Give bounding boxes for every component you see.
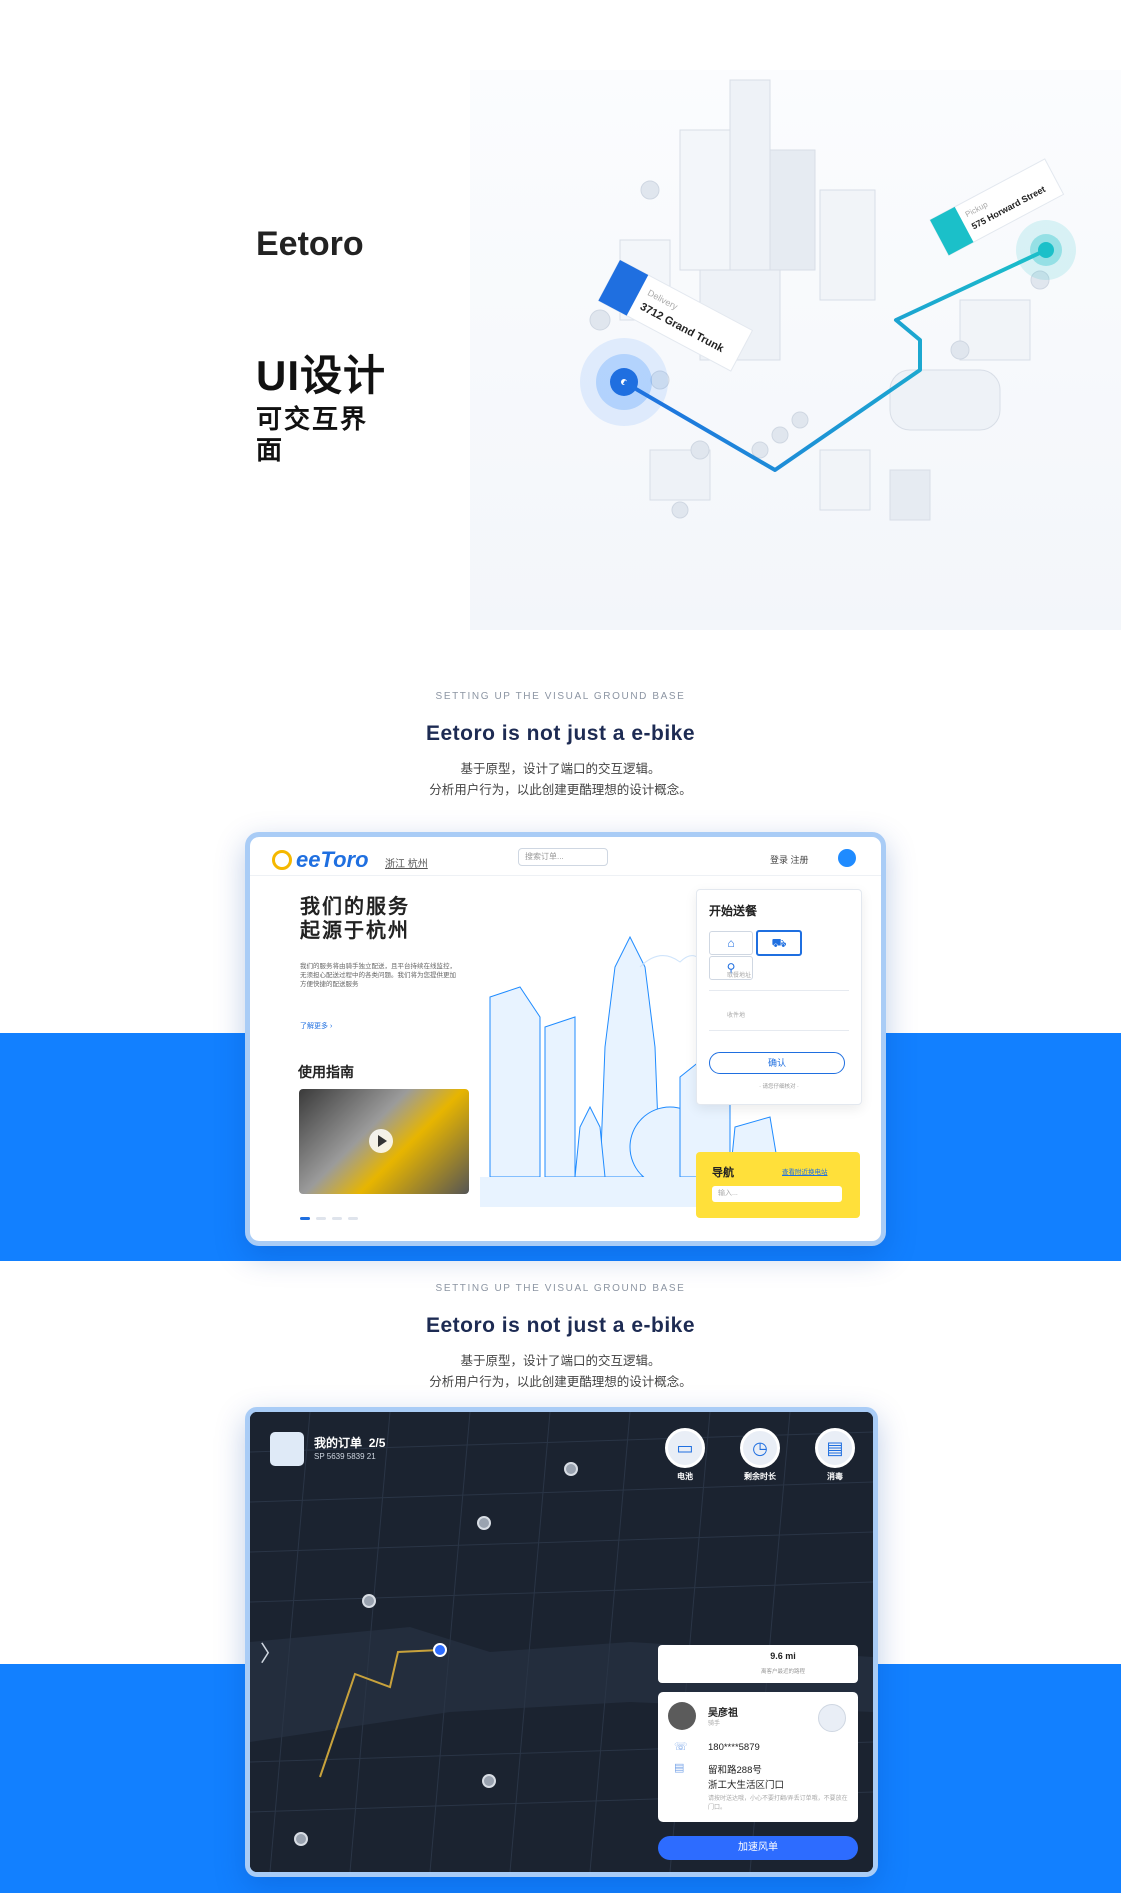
navigation-title: 导航 bbox=[712, 1167, 734, 1179]
section-kicker: SETTING UP THE VISUAL GROUND BASE bbox=[435, 1283, 686, 1294]
order-title-text: 我的订单 bbox=[314, 1436, 363, 1450]
web-hero-line1: 我们的服务 bbox=[300, 896, 410, 918]
pickup-address-label: 取餐地址 bbox=[727, 973, 752, 979]
web-logo[interactable]: eeToro bbox=[272, 847, 369, 873]
app-mockup: 我的订单 2/5 SP 5639 5839 21 ▭ 电池 ◷ 剩余时长 ▤ 消… bbox=[245, 1407, 878, 1877]
walk-mode-icon[interactable]: ⌂ bbox=[709, 931, 753, 955]
map-pin-icon[interactable] bbox=[362, 1594, 376, 1608]
navigation-input[interactable]: 输入... bbox=[712, 1186, 842, 1202]
section-desc-line2: 分析用户行为，以此创建更酷理想的设计概念。 bbox=[429, 783, 692, 797]
web-hero-paragraph: 我们的服务将由骑手独立配送，且平台持续在线监控，无须担心配送过程中的各类问题。我… bbox=[300, 963, 456, 988]
web-mockup: eeToro 浙江 杭州 搜索订单... 登录 注册 我们的服务 起源于杭州 我… bbox=[245, 832, 886, 1246]
chevron-right-icon[interactable]: 〉 bbox=[260, 1636, 282, 1668]
delivery-note: 请按时送达哦，小心不要打翻/弄丢订单哦，不要放在门口。 bbox=[708, 1796, 848, 1811]
dropoff-address-field[interactable] bbox=[709, 1030, 849, 1031]
guide-title: 使用指南 bbox=[298, 1064, 354, 1080]
hero-title: UI设计 bbox=[256, 352, 387, 399]
speed-up-button[interactable]: 加速风单 bbox=[658, 1836, 858, 1860]
hero-subtitle: 可交互界面 bbox=[256, 404, 369, 465]
order-number: SP 5639 5839 21 bbox=[314, 1452, 376, 1461]
rider-card: 吴彦祖 骑手 ☏ 180****5879 ▤ 留和路288号 浙工大生活区门口 … bbox=[658, 1692, 858, 1822]
delivery-address-line1: 留和路288号 bbox=[708, 1765, 762, 1776]
header-divider bbox=[250, 875, 881, 876]
carousel-dots[interactable] bbox=[300, 1207, 364, 1225]
learn-more-link[interactable]: 了解更多 › bbox=[300, 1021, 332, 1031]
disinfect-button[interactable]: ▤ bbox=[815, 1428, 855, 1468]
phone-icon: ☏ bbox=[674, 1741, 688, 1753]
nearby-station-link[interactable]: 查看附近换电站 bbox=[782, 1166, 828, 1176]
avatar bbox=[668, 1702, 696, 1730]
chat-icon[interactable] bbox=[818, 1704, 846, 1732]
delivery-mode-selector: ⌂ ⛟⚲ bbox=[709, 930, 849, 980]
web-hero-line2: 起源于杭州 bbox=[300, 920, 410, 942]
rider-role: 骑手 bbox=[708, 1721, 721, 1727]
battery-button[interactable]: ▭ bbox=[665, 1428, 705, 1468]
pickup-address-field[interactable] bbox=[709, 990, 849, 991]
time-remaining-label: 剩余时长 bbox=[744, 1472, 776, 1481]
logo-ring-icon bbox=[272, 850, 292, 870]
logo-text: eeToro bbox=[296, 847, 369, 872]
guide-video[interactable] bbox=[299, 1089, 469, 1194]
map-pin-icon[interactable] bbox=[482, 1774, 496, 1788]
order-scooter-icon bbox=[270, 1432, 304, 1466]
avatar[interactable] bbox=[838, 849, 856, 867]
map-pin-icon[interactable] bbox=[477, 1516, 491, 1530]
rider-phone[interactable]: 180****5879 bbox=[708, 1742, 760, 1753]
disinfect-icon: ▤ bbox=[826, 1438, 844, 1458]
brand-name: Eetoro bbox=[256, 225, 364, 263]
location-link[interactable]: 浙江 杭州 bbox=[385, 855, 428, 870]
search-input[interactable]: 搜索订单... bbox=[518, 848, 608, 866]
confirm-button[interactable]: 确认 bbox=[709, 1052, 845, 1074]
section-desc-line1: 基于原型，设计了端口的交互逻辑。 bbox=[460, 762, 661, 776]
isometric-city-illustration: Delivery 3712 Grand Trunk Pickup 575 Hor… bbox=[580, 79, 1076, 521]
battery-label: 电池 bbox=[677, 1472, 693, 1481]
section-desc-line1: 基于原型，设计了端口的交互逻辑。 bbox=[460, 1354, 661, 1368]
battery-icon: ▭ bbox=[676, 1438, 694, 1458]
distance-subtitle: 离客户最近的路程 bbox=[760, 1669, 805, 1675]
map-pin-icon[interactable] bbox=[294, 1832, 308, 1846]
section-desc-line2: 分析用户行为，以此创建更酷理想的设计概念。 bbox=[429, 1375, 692, 1389]
rider-name: 吴彦祖 bbox=[708, 1708, 738, 1719]
map-pin-icon[interactable] bbox=[564, 1462, 578, 1476]
section-headline: Eetoro is not just a e-bike bbox=[425, 722, 696, 745]
distance-card: 9.6 mi 离客户最近的路程 bbox=[658, 1645, 858, 1683]
dropoff-address-label: 收件地 bbox=[727, 1013, 746, 1019]
web-hero-title: 我们的服务 起源于杭州 bbox=[300, 895, 410, 943]
distance-value: 9.6 mi bbox=[770, 1651, 796, 1661]
disinfect-label: 消毒 bbox=[827, 1472, 843, 1481]
start-panel-footnote: · 请您仔细核对 · bbox=[759, 1084, 799, 1090]
clock-icon: ◷ bbox=[752, 1438, 768, 1458]
time-remaining-button[interactable]: ◷ bbox=[740, 1428, 780, 1468]
navigation-panel: 导航 查看附近换电站 输入... bbox=[696, 1152, 860, 1218]
delivery-address-line2: 浙工大生活区门口 bbox=[708, 1780, 785, 1791]
scooter-mode-icon[interactable]: ⛟ bbox=[756, 930, 802, 956]
play-icon[interactable] bbox=[369, 1129, 393, 1153]
document-icon: ▤ bbox=[674, 1762, 685, 1774]
start-delivery-panel: 开始送餐 ⌂ ⛟⚲ 取餐地址 收件地 确认 · 请您仔细核对 · bbox=[696, 889, 862, 1105]
order-title: 我的订单 2/5 bbox=[314, 1434, 385, 1451]
section-headline: Eetoro is not just a e-bike bbox=[425, 1314, 696, 1337]
order-count: 2/5 bbox=[368, 1436, 386, 1450]
login-register-link[interactable]: 登录 注册 bbox=[770, 853, 809, 866]
section-kicker: SETTING UP THE VISUAL GROUND BASE bbox=[435, 691, 686, 702]
start-delivery-title: 开始送餐 bbox=[709, 904, 758, 918]
